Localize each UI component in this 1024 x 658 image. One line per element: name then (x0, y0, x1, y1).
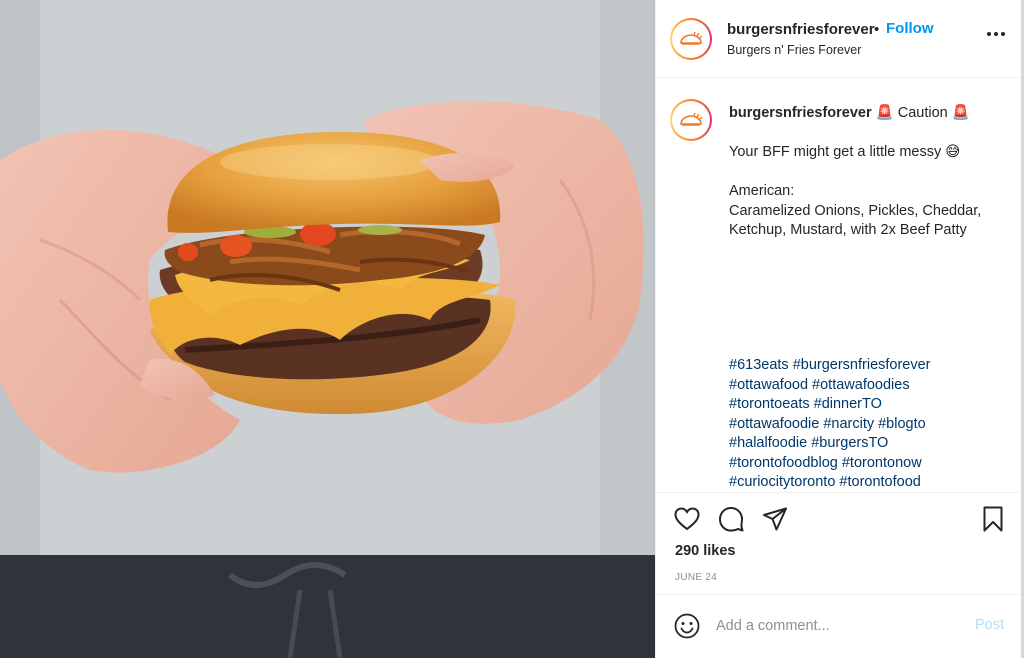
post-date[interactable]: JUNE 24 (675, 572, 717, 583)
emoji-icon[interactable] (673, 612, 701, 640)
avatar[interactable] (670, 18, 712, 60)
follow-button[interactable]: Follow (886, 20, 934, 37)
post-header: burgersnfriesforever • Follow Burgers n'… (656, 0, 1022, 78)
separator-dot: • (874, 21, 880, 38)
caption-line-ingredients: Ketchup, Mustard, with 2x Beef Patty (729, 222, 967, 238)
caption-line-ingredients: Caramelized Onions, Pickles, Cheddar, (729, 202, 982, 219)
more-options-icon[interactable] (986, 24, 1006, 44)
caption-line-messy: Your BFF might get a little messy (729, 144, 942, 160)
hashtag-line[interactable]: #torontoeats #dinnerTO (729, 395, 1009, 415)
post-photo[interactable] (0, 0, 655, 658)
siren-emoji: 🚨 (875, 105, 894, 121)
caption-avatar[interactable] (670, 99, 712, 141)
caption-line-style: American: (729, 183, 795, 199)
hashtag-line[interactable]: #613eats #burgersnfriesforever (729, 356, 1009, 376)
post-username[interactable]: burgersnfriesforever (727, 21, 875, 38)
add-comment-bar: Post (656, 594, 1022, 658)
hashtag-line[interactable]: #halalfoodie #burgersTO (729, 434, 1009, 454)
action-bar: 290 likes JUNE 24 (656, 492, 1022, 594)
brand-logo-icon (680, 112, 703, 126)
heart-icon[interactable] (673, 505, 701, 533)
comment-icon[interactable] (717, 505, 745, 533)
caption-caution: Caution (897, 105, 948, 121)
post-comment-button[interactable]: Post (975, 617, 1004, 633)
share-icon[interactable] (761, 505, 789, 533)
sweat-smile-emoji: 😅 (945, 144, 961, 160)
post-location[interactable]: Burgers n' Fries Forever (727, 43, 861, 57)
caption: burgersnfriesforever 🚨 Caution 🚨 Your BF… (729, 104, 1009, 241)
comment-input[interactable] (716, 615, 956, 637)
likes-count[interactable]: 290 likes (675, 543, 735, 559)
hashtag-line[interactable]: #ottawafood #ottawafoodies (729, 376, 1009, 396)
caption-author[interactable]: burgersnfriesforever (729, 105, 872, 121)
hashtags: #613eats #burgersnfriesforever #ottawafo… (729, 356, 1009, 492)
post-side-panel: burgersnfriesforever • Follow Burgers n'… (655, 0, 1022, 658)
bookmark-icon[interactable] (979, 505, 1007, 533)
hashtag-line[interactable]: #curiocitytoronto #torontofood (729, 473, 1009, 492)
brand-logo-icon (680, 31, 703, 45)
hashtag-line[interactable]: #torontofoodblog #torontonow (729, 454, 1009, 474)
hashtag-line[interactable]: #ottawafoodie #narcity #blogto (729, 415, 1009, 435)
siren-emoji: 🚨 (951, 105, 970, 121)
comments-section[interactable]: burgersnfriesforever 🚨 Caution 🚨 Your BF… (656, 79, 1022, 492)
burger-photo (0, 0, 655, 658)
